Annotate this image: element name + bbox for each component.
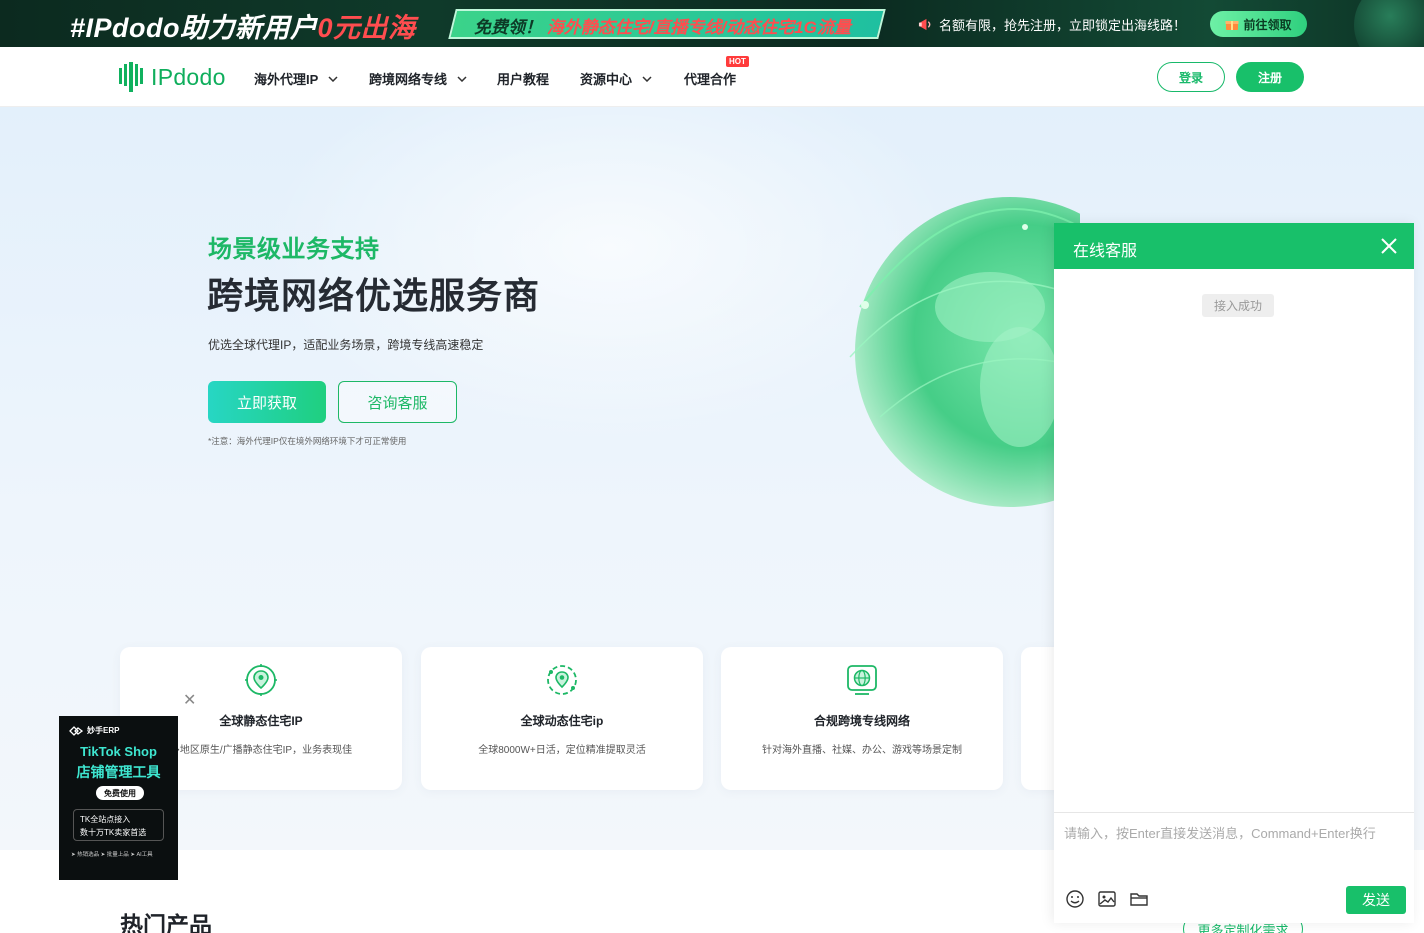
promo-title: #IPdodo助力新用户0元出海: [70, 6, 416, 45]
promo-claim-button[interactable]: 前往领取: [1210, 11, 1307, 37]
nav-item-partnership[interactable]: 代理合作: [684, 69, 736, 88]
folder-icon[interactable]: [1129, 889, 1149, 909]
ad-brand-logo-icon: [69, 725, 83, 736]
emoji-icon[interactable]: [1065, 889, 1085, 909]
promo-banner[interactable]: #IPdodo助力新用户0元出海 免费领！ 海外静态住宅/直播专线/动态住宅1G…: [0, 0, 1424, 47]
globe-line-icon: [847, 665, 877, 695]
nav-item-cross-border-line[interactable]: 跨境网络专线: [369, 69, 467, 88]
login-button[interactable]: 登录: [1157, 62, 1225, 92]
logo[interactable]: IPdodo: [119, 62, 226, 92]
chat-connected-status: 接入成功: [1202, 294, 1274, 317]
register-button[interactable]: 注册: [1236, 62, 1304, 92]
ad-box-line1: TK全站点接入: [80, 815, 131, 824]
promo-strip-prefix: 免费领！: [474, 18, 542, 37]
card-title: 合规跨境专线网络: [813, 714, 910, 728]
ad-title-line2: 店铺管理工具: [76, 764, 161, 780]
nav-item-label: 跨境网络专线: [369, 72, 448, 87]
chat-widget: 在线客服 接入成功 发送: [1054, 223, 1414, 923]
gift-icon: [1225, 21, 1239, 30]
image-icon[interactable]: [1097, 889, 1117, 909]
megaphone-icon: [918, 18, 931, 31]
nav-item-label: 海外代理IP: [254, 72, 319, 87]
nav-item-tutorial[interactable]: 用户教程: [497, 69, 549, 88]
logo-mark-icon: [119, 62, 143, 92]
promo-title-prefix: #IPdodo助力新用户: [70, 13, 318, 43]
feature-card-dynamic-residential[interactable]: 全球动态住宅ip 全球8000W+日活，定位精准提取灵活: [421, 647, 703, 790]
ad-title-line1: TikTok Shop: [80, 744, 157, 759]
chat-title: 在线客服: [1073, 243, 1138, 260]
promo-strip-text: 免费领！ 海外静态住宅/直播专线/动态住宅1G流量: [474, 13, 851, 38]
consult-service-button[interactable]: 咨询客服: [338, 381, 457, 423]
globe-illustration-icon: [849, 197, 1080, 507]
promo-title-highlight: 0元出海: [317, 13, 416, 43]
chat-message-input[interactable]: [1064, 823, 1404, 863]
floating-ad[interactable]: 妙手ERP TikTok Shop 店铺管理工具 免费使用 TK全站点接入 数十…: [59, 716, 178, 880]
nav-item-label: 用户教程: [497, 72, 550, 87]
get-now-button[interactable]: 立即获取: [208, 381, 326, 423]
ad-feature-box: TK全站点接入 数十万TK卖家首选: [73, 809, 164, 841]
chat-send-button[interactable]: 发送: [1346, 886, 1406, 914]
chat-header: 在线客服: [1054, 223, 1414, 269]
logo-text: IPdodo: [151, 63, 226, 90]
nav-item-label: 资源中心: [580, 72, 633, 87]
nav-item-resources[interactable]: 资源中心: [580, 69, 652, 88]
feature-card-compliant-line[interactable]: 合规跨境专线网络 针对海外直播、社媒、办公、游戏等场景定制: [721, 647, 1003, 790]
promo-strip-highlight: 海外静态住宅/直播专线/动态住宅1G流量: [546, 18, 851, 37]
ad-box-line2: 数十万TK卖家首选: [80, 828, 147, 837]
ad-brand-text: 妙手ERP: [87, 726, 120, 735]
hero-subtitle: 场景级业务支持: [208, 236, 380, 263]
hot-badge: HOT: [726, 56, 749, 67]
hot-products-title: 热门产品: [120, 912, 212, 933]
ad-close-icon[interactable]: ✕: [183, 693, 196, 709]
hero-title: 跨境网络优选服务商: [207, 275, 541, 316]
promo-claim-label: 前往领取: [1243, 17, 1292, 32]
ad-footer: ➤ 热销选品 ➤ 批量上品 ➤ AI工具: [71, 852, 153, 858]
card-title: 全球动态住宅ip: [520, 714, 604, 728]
chat-input-area: 发送: [1054, 812, 1414, 923]
card-description: 针对海外直播、社媒、办公、游戏等场景定制: [762, 745, 962, 756]
card-description: 全球8000W+日活，定位精准提取灵活: [478, 745, 646, 756]
promo-globe-decoration: [1354, 0, 1424, 47]
hero-description: 优选全球代理IP，适配业务场景，跨境专线高速稳定: [208, 338, 484, 352]
chevron-down-icon: [642, 75, 652, 82]
ad-brand: 妙手ERP: [69, 725, 119, 736]
promo-note: 名额有限，抢先注册，立即锁定出海线路！: [918, 15, 1186, 34]
ad-free-badge: 免费使用: [96, 786, 144, 800]
nav-item-label: 代理合作: [684, 72, 737, 87]
chevron-down-icon: [328, 75, 338, 82]
close-icon[interactable]: [1380, 237, 1398, 255]
promo-note-text: 名额有限，抢先注册，立即锁定出海线路！: [939, 18, 1187, 33]
chevron-down-icon: [457, 75, 467, 82]
hero-note: *注意：海外代理IP仅在境外网络环境下才可正常使用: [208, 436, 407, 446]
top-nav: IPdodo 海外代理IP 跨境网络专线 用户教程 资源中心 代理合作 HOT …: [0, 47, 1424, 107]
location-pin-icon: [245, 664, 277, 696]
nav-item-overseas-proxy[interactable]: 海外代理IP: [254, 69, 338, 88]
dynamic-location-icon: [547, 665, 577, 695]
